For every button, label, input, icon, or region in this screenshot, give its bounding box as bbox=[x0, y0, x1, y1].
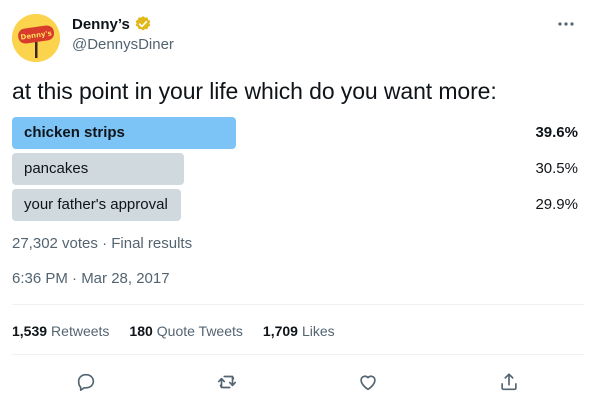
reply-icon[interactable] bbox=[75, 371, 97, 393]
more-horizontal-icon[interactable] bbox=[554, 14, 578, 34]
poll-option: your father's approval 29.9% bbox=[12, 189, 584, 221]
poll-option-percent: 29.9% bbox=[535, 196, 578, 213]
avatar[interactable]: Denny's bbox=[12, 14, 60, 62]
likes-stat[interactable]: 1,709 Likes bbox=[263, 323, 335, 339]
tweet-timestamp[interactable]: 6:36 PM · Mar 28, 2017 bbox=[12, 270, 170, 287]
poll-option-percent: 30.5% bbox=[535, 160, 578, 177]
divider bbox=[12, 354, 584, 355]
dennys-logo-icon: Denny's bbox=[12, 14, 60, 62]
quote-tweets-stat[interactable]: 180 Quote Tweets bbox=[129, 323, 243, 339]
poll-option: pancakes 30.5% bbox=[12, 153, 584, 185]
retweet-icon[interactable] bbox=[216, 371, 238, 393]
divider bbox=[12, 304, 584, 305]
poll-option-percent: 39.6% bbox=[535, 124, 578, 141]
tweet-card: Denny's Denny’s @DennysDiner at this poi… bbox=[0, 0, 596, 405]
poll-option-label: chicken strips bbox=[24, 124, 125, 141]
verified-badge-icon bbox=[134, 15, 152, 33]
retweets-stat[interactable]: 1,539 Retweets bbox=[12, 323, 109, 339]
poll-option-label: pancakes bbox=[24, 160, 89, 177]
author-name-row[interactable]: Denny’s bbox=[72, 15, 152, 33]
poll-option-label: your father's approval bbox=[24, 196, 168, 213]
share-icon[interactable] bbox=[498, 371, 520, 393]
poll-votes-summary: 27,302 votes · Final results bbox=[12, 235, 193, 252]
heart-icon[interactable] bbox=[357, 371, 379, 393]
tweet-text: at this point in your life which do you … bbox=[12, 78, 497, 104]
user-handle[interactable]: @DennysDiner bbox=[72, 36, 174, 53]
poll-option: chicken strips 39.6% bbox=[12, 117, 584, 149]
engagement-stats: 1,539 Retweets 180 Quote Tweets 1,709 Likes bbox=[12, 323, 335, 339]
display-name[interactable]: Denny’s bbox=[72, 16, 130, 33]
